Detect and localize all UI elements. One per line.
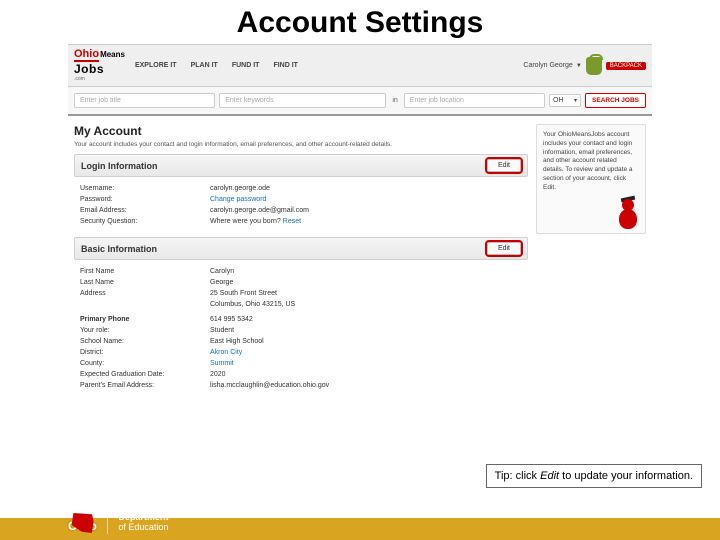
ohiomeansjobs-logo[interactable]: Ohio Means Jobs .com <box>74 49 125 82</box>
location-input[interactable]: Enter job location <box>404 93 545 108</box>
tip-callout: Tip: click Edit to update your informati… <box>486 464 702 488</box>
role-value: Student <box>210 327 234 334</box>
user-menu[interactable]: Carolyn George ▼ <box>523 62 581 69</box>
parent-email-label: Parent's Email Address: <box>80 382 210 389</box>
nav-explore[interactable]: EXPLORE IT <box>135 62 177 69</box>
chevron-down-icon: ▼ <box>576 63 582 69</box>
address-value-2: Columbus, Ohio 43215, US <box>210 301 295 308</box>
district-label: District: <box>80 349 210 356</box>
chevron-down-icon: ▾ <box>574 97 577 104</box>
first-name-label: First Name <box>80 268 210 275</box>
dept-of-education-text: Departmentof Education <box>118 513 168 533</box>
primary-nav: EXPLORE IT PLAN IT FUND IT FIND IT <box>135 62 523 69</box>
parent-email-value: lisha.mcclaughlin@education.ohio.gov <box>210 382 329 389</box>
backpack-icon[interactable] <box>586 57 602 75</box>
page-intro: Your account includes your contact and l… <box>74 141 528 148</box>
edit-login-button[interactable]: Edit <box>487 159 521 172</box>
in-label: in <box>390 97 399 104</box>
job-title-input[interactable]: Enter job title <box>74 93 215 108</box>
logo-means: Means <box>100 50 125 59</box>
search-bar: Enter job title Enter keywords in Enter … <box>68 87 652 116</box>
basic-info-panel: Basic Information Edit First NameCarolyn… <box>74 237 528 393</box>
county-value[interactable]: Summit <box>210 360 234 367</box>
login-info-header: Login Information Edit <box>74 154 528 177</box>
main-column: My Account Your account includes your co… <box>74 124 528 401</box>
grad-date-label: Expected Graduation Date: <box>80 371 210 378</box>
top-bar: Ohio Means Jobs .com EXPLORE IT PLAN IT … <box>68 44 652 87</box>
app-screenshot: Ohio Means Jobs .com EXPLORE IT PLAN IT … <box>68 44 652 401</box>
email-label: Email Address: <box>80 207 210 214</box>
nav-plan[interactable]: PLAN IT <box>191 62 218 69</box>
email-value: carolyn.george.ode@gmail.com <box>210 207 309 214</box>
backpack-button[interactable]: BACKPACK <box>606 62 646 70</box>
nav-fund[interactable]: FUND IT <box>232 62 260 69</box>
login-info-title: Login Information <box>81 161 158 171</box>
address-value-1: 25 South Front Street <box>210 290 277 297</box>
basic-info-title: Basic Information <box>81 244 157 254</box>
slide-title: Account Settings <box>0 0 720 44</box>
primary-phone-label: Primary Phone <box>80 316 210 323</box>
sidebar-info-box: Your OhioMeansJobs account includes your… <box>536 124 646 234</box>
change-password-link[interactable]: Change password <box>210 196 266 203</box>
grad-date-value: 2020 <box>210 371 226 378</box>
address-label: Address <box>80 290 210 297</box>
edit-basic-button[interactable]: Edit <box>487 242 521 255</box>
security-question-label: Security Question: <box>80 218 210 225</box>
password-label: Password: <box>80 196 210 203</box>
school-value: East High School <box>210 338 264 345</box>
logo-com: .com <box>74 76 85 82</box>
role-label: Your role: <box>80 327 210 334</box>
county-label: County: <box>80 360 210 367</box>
state-value: OH <box>553 97 564 104</box>
content-area: My Account Your account includes your co… <box>68 116 652 401</box>
user-name: Carolyn George <box>523 62 572 69</box>
logo-ohio: Ohio <box>74 49 99 62</box>
first-name-value: Carolyn <box>210 268 234 275</box>
school-label: School Name: <box>80 338 210 345</box>
sidebar: Your OhioMeansJobs account includes your… <box>536 124 646 401</box>
username-value: carolyn.george.ode <box>210 185 270 192</box>
basic-info-header: Basic Information Edit <box>74 237 528 260</box>
logo-jobs: Jobs <box>74 62 104 76</box>
keywords-input[interactable]: Enter keywords <box>219 93 386 108</box>
security-question-value: Where were you born? Reset <box>210 218 301 225</box>
reset-link[interactable]: Reset <box>283 218 301 225</box>
username-label: Username: <box>80 185 210 192</box>
ohio-dept-education-logo: Ohio Departmentof Education <box>68 512 168 534</box>
sidebar-text: Your OhioMeansJobs account includes your… <box>543 131 633 191</box>
login-info-panel: Login Information Edit Username:carolyn.… <box>74 154 528 229</box>
page-title: My Account <box>74 124 528 138</box>
last-name-value: George <box>210 279 233 286</box>
cardinal-mascot-icon <box>615 197 641 229</box>
primary-phone-value: 614 995 5342 <box>210 316 253 323</box>
district-value[interactable]: Akron City <box>210 349 242 356</box>
footer: Ohio Departmentof Education <box>0 518 720 540</box>
state-select[interactable]: OH ▾ <box>549 94 581 107</box>
search-jobs-button[interactable]: SEARCH JOBS <box>585 93 646 108</box>
last-name-label: Last Name <box>80 279 210 286</box>
nav-find[interactable]: FIND IT <box>273 62 298 69</box>
